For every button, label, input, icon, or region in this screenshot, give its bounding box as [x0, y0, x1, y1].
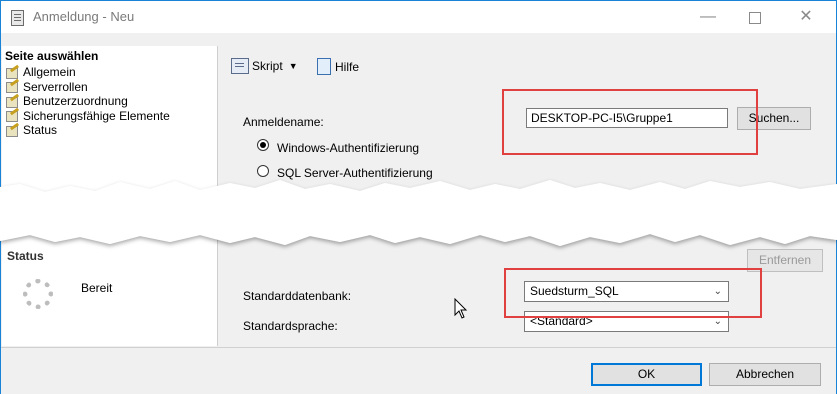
- toolbar: Skript ▼ Hilfe: [219, 46, 836, 86]
- page-list: Allgemein Serverrollen Benutzerzuordnung…: [6, 65, 170, 138]
- maximize-button[interactable]: [732, 1, 778, 33]
- cancel-button[interactable]: Abbrechen: [709, 363, 821, 386]
- page-icon: [6, 125, 19, 137]
- title-bar: Anmeldung - Neu — ✕: [1, 1, 836, 33]
- windows-auth-radio[interactable]: [257, 139, 269, 151]
- status-text: Bereit: [81, 281, 113, 295]
- page-icon: [6, 67, 19, 79]
- script-button[interactable]: Skript ▼: [231, 58, 298, 74]
- highlight-login-name: [502, 89, 758, 155]
- progress-spinner-icon: [23, 279, 53, 309]
- page-icon: [6, 96, 19, 108]
- windows-auth-label: Windows-Authentifizierung: [277, 141, 420, 155]
- chevron-down-icon[interactable]: ▼: [289, 61, 298, 71]
- mouse-cursor-icon: [454, 298, 468, 319]
- help-button[interactable]: Hilfe: [317, 58, 359, 75]
- ok-button[interactable]: OK: [591, 363, 702, 386]
- window-title: Anmeldung - Neu: [33, 9, 135, 24]
- default-language-label: Standardsprache:: [243, 319, 338, 333]
- page-item-status[interactable]: Status: [6, 123, 170, 138]
- highlight-default-database: [504, 268, 762, 318]
- page-item-benutzerzuordnung[interactable]: Benutzerzuordnung: [6, 94, 170, 109]
- default-database-label: Standarddatenbank:: [243, 289, 352, 303]
- minimize-button[interactable]: —: [685, 1, 731, 33]
- torn-paper-divider: [0, 180, 837, 246]
- page-icon: [6, 110, 19, 123]
- page-item-serverrollen[interactable]: Serverrollen: [6, 80, 170, 95]
- login-name-label: Anmeldename:: [243, 115, 324, 129]
- page-item-sicherungsfaehige-elemente[interactable]: Sicherungsfähige Elemente: [6, 109, 170, 124]
- window-app-icon: [11, 10, 24, 26]
- maximize-icon: [749, 12, 761, 24]
- page-item-allgemein[interactable]: Allgemein: [6, 65, 170, 80]
- dialog-footer: OK Abbrechen: [1, 347, 836, 394]
- page-select-heading: Seite auswählen: [5, 49, 99, 63]
- close-button[interactable]: ✕: [783, 1, 829, 33]
- page-icon: [6, 81, 19, 94]
- help-icon: [317, 58, 331, 75]
- script-icon: [231, 58, 249, 74]
